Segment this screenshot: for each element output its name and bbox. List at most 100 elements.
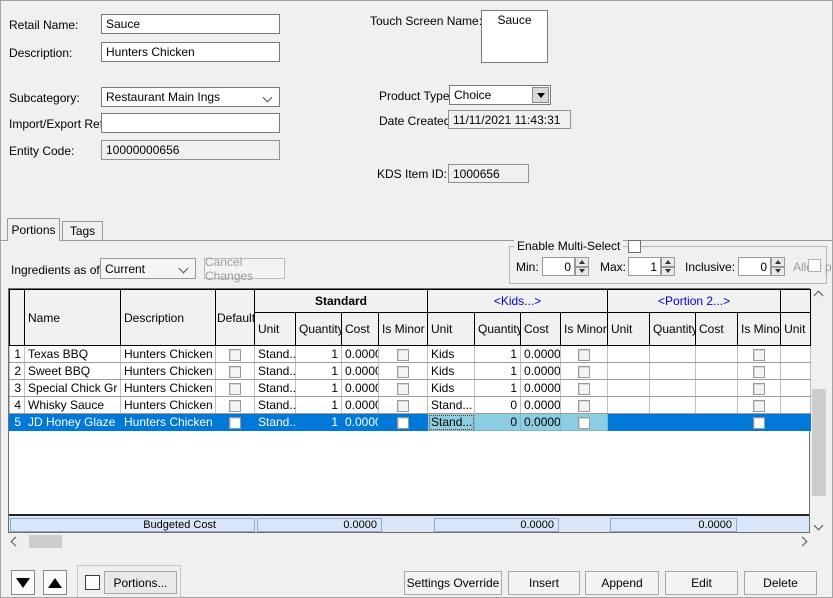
cell-kids-unit[interactable]: Kids bbox=[428, 380, 475, 397]
delete-button[interactable]: Delete bbox=[744, 571, 817, 595]
cell-kids-quantity[interactable]: 0 bbox=[475, 414, 521, 431]
cell-standard-unit[interactable]: Stand... bbox=[255, 380, 296, 397]
subheader-standard-unit[interactable]: Unit bbox=[255, 313, 296, 346]
column-header-default[interactable]: Default bbox=[216, 290, 255, 346]
cell-kids-unit[interactable]: Kids bbox=[428, 363, 475, 380]
subheader-standard-isminor[interactable]: Is Minor bbox=[379, 313, 428, 346]
edit-button[interactable]: Edit bbox=[665, 571, 738, 595]
cell-kids-cost[interactable]: 0.0000 bbox=[521, 346, 561, 363]
subheader-kids-cost[interactable]: Cost bbox=[521, 313, 561, 346]
cell-portion2-quantity[interactable] bbox=[650, 414, 696, 431]
cell-kids-isminor[interactable] bbox=[561, 363, 608, 380]
cell-standard-isminor[interactable] bbox=[379, 414, 428, 431]
cell-portion2-isminor[interactable] bbox=[738, 380, 781, 397]
dropdown-arrow-icon[interactable] bbox=[532, 87, 549, 103]
cell-last-unit[interactable] bbox=[781, 397, 811, 414]
portions-checkbox[interactable] bbox=[85, 575, 100, 590]
cell-portion2-quantity[interactable] bbox=[650, 346, 696, 363]
append-button[interactable]: Append bbox=[585, 571, 659, 595]
subheader-portion2-isminor[interactable]: Is Minor bbox=[738, 313, 781, 346]
cancel-changes-button[interactable]: Cancel Changes bbox=[204, 258, 285, 279]
horizontal-scrollbar[interactable] bbox=[8, 534, 810, 549]
subheader-kids-unit[interactable]: Unit bbox=[428, 313, 475, 346]
cell-standard-unit[interactable]: Stand... bbox=[255, 397, 296, 414]
cell-portion2-isminor[interactable] bbox=[738, 414, 781, 431]
cell-standard-cost[interactable]: 0.0000 bbox=[342, 363, 379, 380]
isminor-checkbox[interactable] bbox=[578, 400, 590, 412]
cell-kids-isminor[interactable] bbox=[561, 397, 608, 414]
cell-standard-isminor[interactable] bbox=[379, 363, 428, 380]
cell-standard-isminor[interactable] bbox=[379, 397, 428, 414]
allow-plain-checkbox[interactable] bbox=[808, 259, 821, 272]
default-checkbox[interactable] bbox=[229, 383, 241, 395]
scroll-up-icon[interactable] bbox=[811, 288, 826, 303]
isminor-checkbox[interactable] bbox=[397, 366, 409, 378]
isminor-checkbox[interactable] bbox=[397, 400, 409, 412]
isminor-checkbox[interactable] bbox=[753, 349, 765, 361]
tab-portions[interactable]: Portions bbox=[7, 218, 60, 241]
settings-override-button[interactable]: Settings Override bbox=[404, 571, 502, 595]
cell-default[interactable] bbox=[216, 363, 255, 380]
cell-default[interactable] bbox=[216, 380, 255, 397]
inclusive-input[interactable]: 0 bbox=[738, 257, 771, 276]
table-row[interactable]: 3 Special Chick Gr Hunters Chicken ... S… bbox=[10, 380, 811, 397]
cell-description[interactable]: Hunters Chicken ... bbox=[121, 363, 216, 380]
group-header-standard[interactable]: Standard bbox=[255, 290, 428, 313]
cell-portion2-unit[interactable] bbox=[608, 397, 650, 414]
horizontal-scrollbar-thumb[interactable] bbox=[29, 535, 62, 548]
vertical-scrollbar[interactable] bbox=[811, 288, 827, 533]
default-checkbox[interactable] bbox=[229, 366, 241, 378]
cell-kids-unit[interactable]: Kids bbox=[428, 346, 475, 363]
cell-kids-unit-focused[interactable]: Stand... bbox=[428, 414, 475, 431]
cell-standard-quantity[interactable]: 1 bbox=[296, 363, 342, 380]
cell-kids-cost[interactable]: 0.0000 bbox=[521, 414, 561, 431]
cell-kids-unit[interactable]: Stand... bbox=[428, 397, 475, 414]
cell-kids-isminor[interactable] bbox=[561, 346, 608, 363]
cell-kids-quantity[interactable]: 1 bbox=[475, 363, 521, 380]
cell-portion2-cost[interactable] bbox=[696, 380, 738, 397]
cell-kids-quantity[interactable]: 1 bbox=[475, 346, 521, 363]
import-export-input[interactable] bbox=[101, 113, 280, 133]
table-row[interactable]: 1 Texas BBQ Hunters Chicken ... Stand...… bbox=[10, 346, 811, 363]
tab-tags[interactable]: Tags bbox=[62, 221, 103, 240]
max-spinner[interactable] bbox=[661, 257, 675, 276]
min-spinner[interactable] bbox=[575, 257, 589, 276]
isminor-checkbox[interactable] bbox=[753, 400, 765, 412]
cell-portion2-quantity[interactable] bbox=[650, 397, 696, 414]
cell-portion2-unit[interactable] bbox=[608, 380, 650, 397]
cell-last-unit[interactable] bbox=[781, 363, 811, 380]
default-checkbox[interactable] bbox=[229, 417, 241, 429]
group-header-portion2[interactable]: <Portion 2...> bbox=[608, 290, 781, 313]
description-input[interactable] bbox=[101, 42, 280, 62]
cell-kids-cost[interactable]: 0.0000 bbox=[521, 363, 561, 380]
isminor-checkbox[interactable] bbox=[753, 417, 765, 429]
cell-portion2-isminor[interactable] bbox=[738, 397, 781, 414]
subheader-standard-cost[interactable]: Cost bbox=[342, 313, 379, 346]
cell-name[interactable]: Whisky Sauce bbox=[25, 397, 121, 414]
cell-portion2-quantity[interactable] bbox=[650, 363, 696, 380]
cell-kids-quantity[interactable]: 0 bbox=[475, 397, 521, 414]
cell-kids-quantity[interactable]: 1 bbox=[475, 380, 521, 397]
cell-portion2-cost[interactable] bbox=[696, 414, 738, 431]
table-row[interactable]: 2 Sweet BBQ Hunters Chicken ... Stand...… bbox=[10, 363, 811, 380]
isminor-checkbox[interactable] bbox=[578, 349, 590, 361]
vertical-scrollbar-thumb[interactable] bbox=[812, 389, 826, 496]
cell-last-unit[interactable] bbox=[781, 380, 811, 397]
cell-standard-isminor[interactable] bbox=[379, 380, 428, 397]
cell-description[interactable]: Hunters Chicken ... bbox=[121, 397, 216, 414]
subheader-portion2-unit[interactable]: Unit bbox=[608, 313, 650, 346]
cell-default[interactable] bbox=[216, 346, 255, 363]
group-header-kids[interactable]: <Kids...> bbox=[428, 290, 608, 313]
cell-name[interactable]: JD Honey Glaze bbox=[25, 414, 121, 431]
subheader-kids-isminor[interactable]: Is Minor bbox=[561, 313, 608, 346]
portions-button[interactable]: Portions... bbox=[104, 571, 177, 594]
cell-description[interactable]: Hunters Chicken ... bbox=[121, 414, 216, 431]
cell-default[interactable] bbox=[216, 397, 255, 414]
isminor-checkbox[interactable] bbox=[753, 383, 765, 395]
touch-screen-name-box[interactable]: Sauce bbox=[481, 10, 548, 63]
isminor-checkbox[interactable] bbox=[578, 417, 590, 429]
isminor-checkbox[interactable] bbox=[397, 349, 409, 361]
isminor-checkbox[interactable] bbox=[397, 417, 409, 429]
cell-standard-quantity[interactable]: 1 bbox=[296, 346, 342, 363]
cell-standard-cost[interactable]: 0.0000 bbox=[342, 380, 379, 397]
